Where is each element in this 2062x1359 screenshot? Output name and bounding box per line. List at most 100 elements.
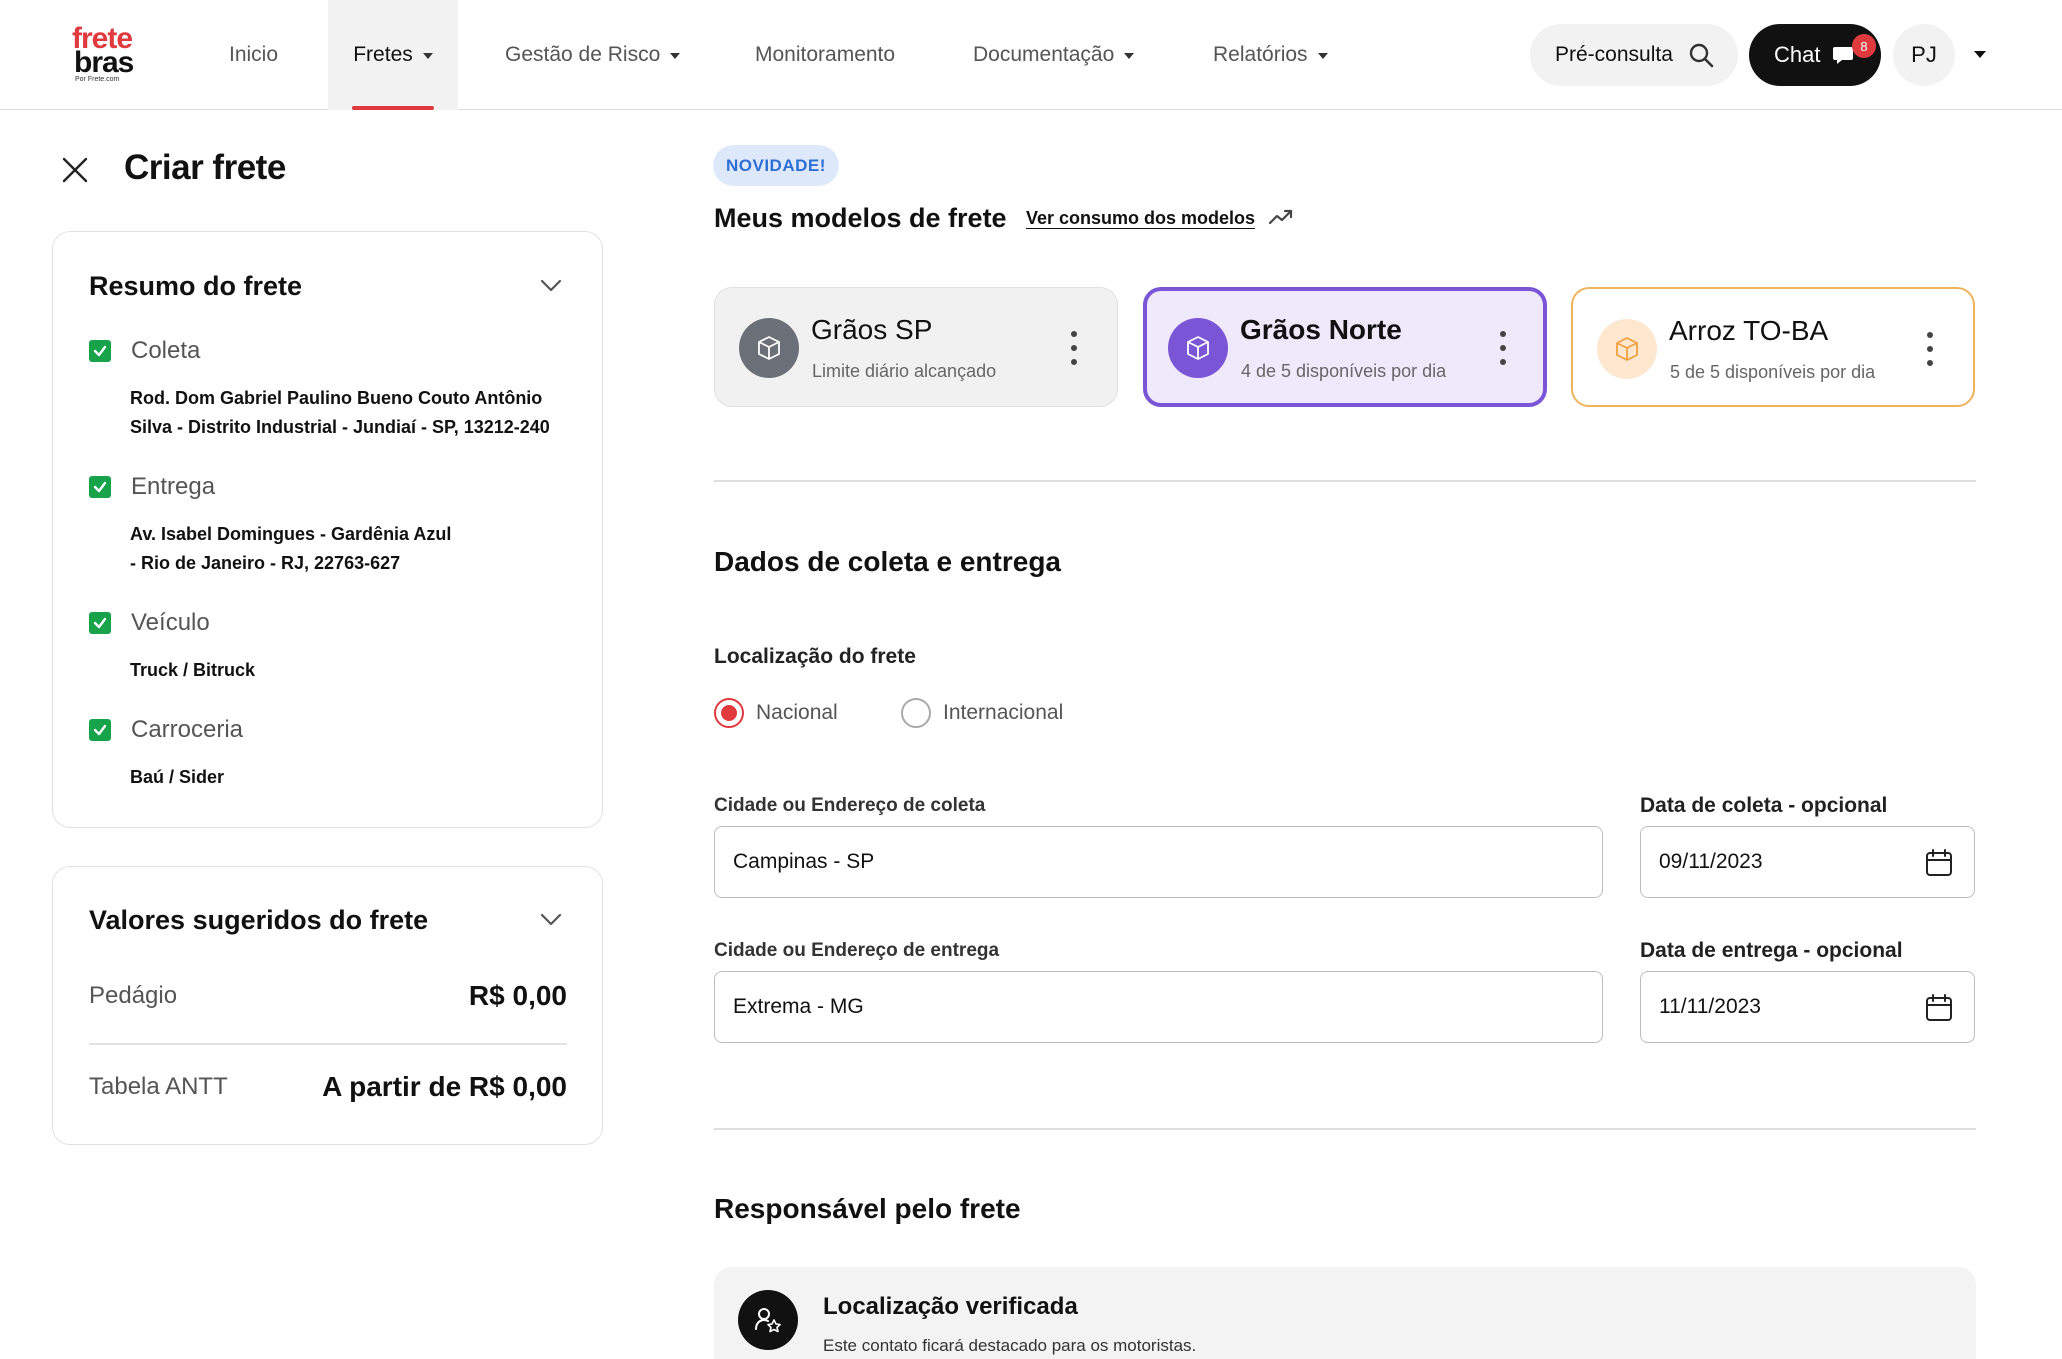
close-icon[interactable]	[60, 155, 90, 185]
detail-line: Truck / Bitruck	[130, 660, 256, 680]
summary-item-carroceria: Carroceria	[89, 716, 243, 744]
model-status: Limite diário alcançado	[812, 361, 997, 381]
value-row-antt: Tabela ANTT A partir de R$ 0,00	[89, 1071, 567, 1103]
verified-location-title: Localização verificada	[823, 1293, 1078, 1320]
delivery-date-input[interactable]: 11/11/2023	[1640, 971, 1975, 1043]
model-status: 4 de 5 disponíveis por dia	[1241, 361, 1447, 381]
top-navigation: frete bras Por Frete.com Inicio Fretes G…	[0, 0, 2062, 110]
logo-tagline: Por Frete.com	[75, 76, 120, 83]
caret-down-icon	[670, 53, 681, 59]
user-menu-caret-icon[interactable]	[1974, 51, 1986, 58]
calendar-icon[interactable]	[1924, 848, 1954, 878]
nav-label: Documentação	[973, 43, 1115, 66]
nav-item-relatorios[interactable]: Relatórios	[1213, 0, 1328, 110]
nav-item-inicio[interactable]: Inicio	[229, 0, 278, 110]
nav-label: Monitoramento	[755, 43, 896, 66]
view-model-usage-link[interactable]: Ver consumo dos modelos	[1026, 208, 1255, 229]
input-value: 11/11/2023	[1659, 995, 1761, 1018]
detail-line: Silva - Distrito Industrial - Jundiaí - …	[130, 417, 550, 437]
collection-section-title: Dados de coleta e entrega	[714, 546, 1062, 577]
model-card-graos-norte[interactable]: Grãos Norte 4 de 5 disponíveis por dia	[1143, 287, 1547, 407]
chat-label: Chat	[1774, 42, 1821, 67]
caret-down-icon	[1317, 53, 1328, 59]
box-icon	[739, 318, 799, 378]
page-title: Criar frete	[124, 148, 286, 187]
model-card-graos-sp[interactable]: Grãos SP Limite diário alcançado	[714, 287, 1118, 407]
detail-line: Baú / Sider	[130, 767, 225, 787]
delivery-address-input[interactable]: Extrema - MG	[714, 971, 1603, 1043]
detail-line: Rod. Dom Gabriel Paulino Bueno Couto Ant…	[130, 388, 543, 408]
calendar-icon[interactable]	[1924, 993, 1954, 1023]
nav-item-gestao-de-risco[interactable]: Gestão de Risco	[505, 0, 681, 110]
verified-location-subtitle: Este contato ficará destacado para os mo…	[823, 1336, 1197, 1355]
chat-button[interactable]: Chat 8	[1749, 24, 1881, 86]
checkbox-checked-icon	[89, 719, 111, 741]
delivery-date-label: Data de entrega - opcional	[1640, 939, 1903, 962]
chat-notification-badge: 8	[1852, 34, 1876, 58]
radio-unselected-icon	[901, 698, 931, 728]
verified-location-card[interactable]: Localização verificada Este contato fica…	[714, 1267, 1976, 1359]
kebab-menu-icon[interactable]	[1500, 330, 1506, 366]
radio-label: Nacional	[756, 701, 838, 724]
trend-up-icon[interactable]	[1268, 207, 1294, 229]
divider	[89, 1043, 567, 1045]
model-name: Grãos SP	[811, 314, 933, 345]
value-label: Tabela ANTT	[89, 1073, 228, 1100]
value-row-pedagio: Pedágio R$ 0,00	[89, 980, 567, 1012]
delivery-address-label: Cidade ou Endereço de entrega	[714, 940, 1000, 961]
summary-item-label: Entrega	[131, 473, 216, 500]
nav-label: Inicio	[229, 43, 279, 66]
nav-label: Fretes	[353, 43, 413, 66]
model-card-arroz-to-ba[interactable]: Arroz TO-BA 5 de 5 disponíveis por dia	[1571, 287, 1975, 407]
fretebras-logo[interactable]: frete bras Por Frete.com	[72, 24, 142, 86]
nav-label: Gestão de Risco	[505, 43, 661, 66]
search-icon	[1689, 43, 1714, 68]
checkbox-checked-icon	[89, 340, 111, 362]
summary-item-label: Coleta	[131, 337, 201, 364]
user-avatar[interactable]: PJ	[1893, 24, 1955, 86]
model-name: Grãos Norte	[1240, 314, 1402, 345]
radio-selected-icon	[714, 698, 744, 728]
suggested-values-card: Valores sugeridos do frete Pedágio R$ 0,…	[52, 866, 603, 1145]
pre-consulta-button[interactable]: Pré-consulta	[1530, 24, 1738, 86]
box-icon	[1168, 318, 1228, 378]
radio-nacional[interactable]: Nacional	[714, 698, 838, 728]
summary-item-coleta: Coleta	[89, 337, 200, 365]
summary-item-entrega: Entrega	[89, 473, 215, 501]
kebab-menu-icon[interactable]	[1071, 330, 1077, 366]
radio-internacional[interactable]: Internacional	[901, 698, 1063, 728]
divider	[714, 1128, 1976, 1130]
pickup-address-input[interactable]: Campinas - SP	[714, 826, 1603, 898]
detail-line: - Rio de Janeiro - RJ, 22763-627	[130, 553, 401, 573]
pre-consulta-label: Pré-consulta	[1555, 43, 1673, 66]
chevron-down-icon[interactable]	[540, 913, 562, 927]
model-name: Arroz TO-BA	[1669, 315, 1829, 346]
input-value: Extrema - MG	[733, 995, 864, 1018]
summary-title: Resumo do frete	[89, 271, 303, 301]
freight-summary-card: Resumo do frete Coleta Rod. Dom Gabriel …	[52, 231, 603, 828]
nav-item-monitoramento[interactable]: Monitoramento	[755, 0, 895, 110]
summary-item-label: Veículo	[131, 609, 210, 636]
kebab-menu-icon[interactable]	[1927, 331, 1933, 367]
model-status: 5 de 5 disponíveis por dia	[1670, 362, 1876, 382]
box-icon	[1597, 319, 1657, 379]
chevron-down-icon[interactable]	[540, 279, 562, 293]
nav-item-documentacao[interactable]: Documentação	[973, 0, 1135, 110]
verified-user-icon	[738, 1290, 798, 1350]
active-tab-indicator	[352, 106, 434, 110]
checkbox-checked-icon	[89, 476, 111, 498]
logo-line-2: bras	[74, 46, 134, 79]
summary-item-detail: Baú / Sider	[130, 763, 224, 792]
pickup-date-input[interactable]: 09/11/2023	[1640, 826, 1975, 898]
caret-down-icon	[422, 53, 433, 59]
caret-down-icon	[1124, 53, 1135, 59]
values-title: Valores sugeridos do frete	[89, 905, 429, 935]
nav-label: Relatórios	[1213, 43, 1308, 66]
summary-item-detail: Truck / Bitruck	[130, 656, 255, 685]
value-amount: R$ 0,00	[468, 980, 567, 1011]
summary-item-label: Carroceria	[131, 716, 244, 743]
pickup-address-label: Cidade ou Endereço de coleta	[714, 795, 986, 816]
value-amount: A partir de R$ 0,00	[322, 1071, 567, 1102]
detail-line: Av. Isabel Domingues - Gardênia Azul	[130, 524, 452, 544]
nav-item-fretes[interactable]: Fretes	[328, 0, 458, 110]
